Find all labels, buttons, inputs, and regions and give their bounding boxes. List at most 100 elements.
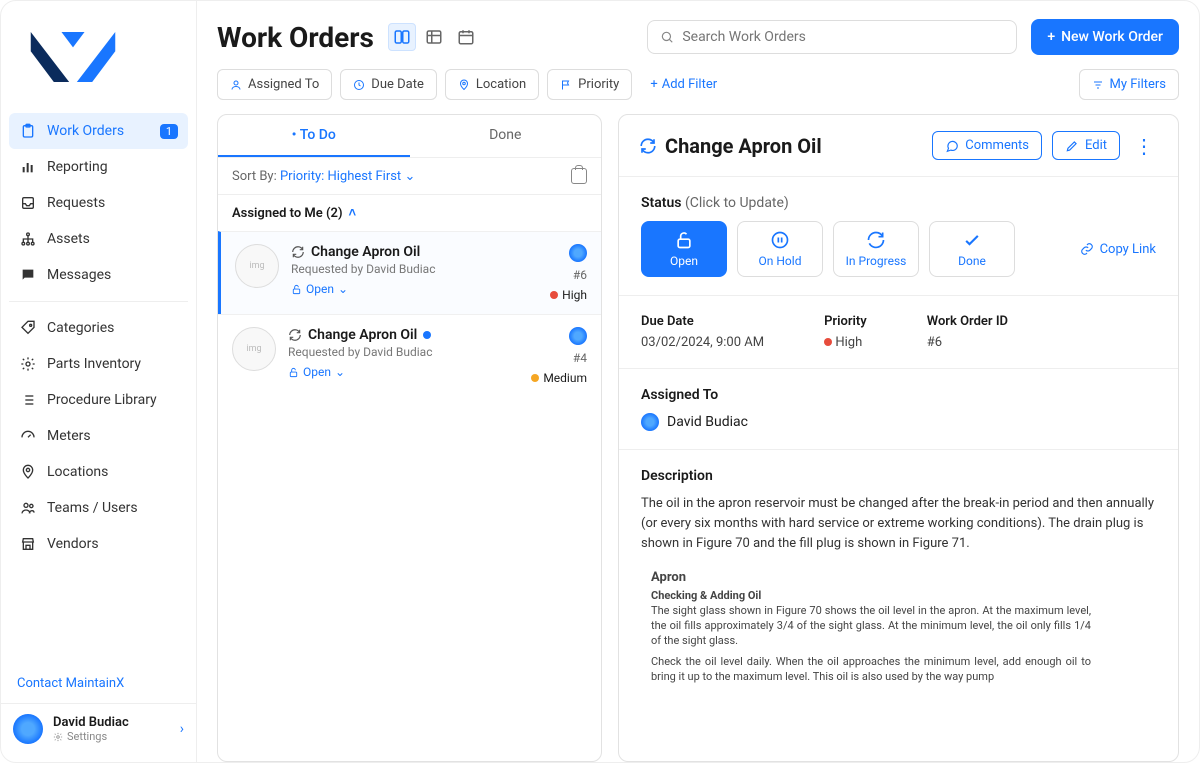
status-dropdown[interactable]: Open ⌄ <box>288 365 345 379</box>
embedded-document: Apron Checking & Adding Oil The sight gl… <box>651 570 1091 684</box>
view-table-button[interactable] <box>420 23 448 51</box>
status-onhold-button[interactable]: On Hold <box>737 221 823 277</box>
add-filter-button[interactable]: +Add Filter <box>640 70 727 99</box>
gear-icon <box>19 355 37 373</box>
unlock-icon <box>291 284 302 295</box>
sidebar-item-categories[interactable]: Categories <box>9 310 188 346</box>
filter-location[interactable]: Location <box>445 69 539 100</box>
assignee[interactable]: David Budiac <box>641 413 1156 431</box>
user-name: David Budiac <box>53 715 170 730</box>
user-settings: Settings <box>53 730 170 743</box>
plus-icon: + <box>1047 29 1055 45</box>
nav-label: Procedure Library <box>47 392 178 408</box>
pin-icon <box>458 79 470 91</box>
tag-icon <box>19 319 37 337</box>
priority-value: High <box>824 335 867 350</box>
clipboard-icon <box>19 122 37 140</box>
nav-label: Parts Inventory <box>47 356 178 372</box>
unlock-icon <box>288 367 299 378</box>
work-order-detail: Change Apron Oil Comments Edit ⋮ Status … <box>618 114 1179 762</box>
chevron-down-icon: ⌄ <box>338 282 348 296</box>
sidebar-item-work-orders[interactable]: Work Orders 1 <box>9 113 188 149</box>
status-open-button[interactable]: Open <box>641 221 727 277</box>
tab-done[interactable]: Done <box>410 115 602 157</box>
pencil-icon <box>1065 139 1079 153</box>
pause-icon <box>770 230 790 250</box>
priority-badge: Medium <box>531 371 587 385</box>
view-split-button[interactable] <box>388 23 416 51</box>
search-input-wrap[interactable] <box>647 20 1017 54</box>
badge: 1 <box>160 124 178 139</box>
users-icon <box>19 499 37 517</box>
sidebar-item-procedures[interactable]: Procedure Library <box>9 382 188 418</box>
nav-label: Teams / Users <box>47 500 178 516</box>
comments-button[interactable]: Comments <box>932 131 1042 160</box>
avatar <box>641 413 659 431</box>
view-calendar-button[interactable] <box>452 23 480 51</box>
sidebar-item-parts[interactable]: Parts Inventory <box>9 346 188 382</box>
filter-assigned-to[interactable]: Assigned To <box>217 69 332 100</box>
pin-icon <box>19 463 37 481</box>
bar-chart-icon <box>19 158 37 176</box>
user-icon <box>230 79 242 91</box>
clock-icon <box>353 79 365 91</box>
status-done-button[interactable]: Done <box>929 221 1015 277</box>
nav-label: Messages <box>47 267 178 283</box>
chevron-down-icon: ⌄ <box>404 169 415 184</box>
user-menu[interactable]: David Budiac Settings › <box>1 703 196 754</box>
avatar <box>569 244 587 262</box>
my-filters-button[interactable]: My Filters <box>1079 69 1180 100</box>
sidebar: Work Orders 1 Reporting Requests Assets … <box>1 1 197 762</box>
nav-label: Categories <box>47 320 178 336</box>
sidebar-item-vendors[interactable]: Vendors <box>9 526 188 562</box>
copy-link-button[interactable]: Copy Link <box>1080 242 1156 257</box>
unlock-icon <box>674 230 694 250</box>
description-text: The oil in the apron reservoir must be c… <box>641 494 1156 554</box>
repeat-icon <box>288 328 302 342</box>
sidebar-item-teams[interactable]: Teams / Users <box>9 490 188 526</box>
unread-dot-icon <box>423 331 431 339</box>
avatar <box>569 327 587 345</box>
edit-button[interactable]: Edit <box>1052 131 1120 160</box>
priority-badge: High <box>550 288 587 302</box>
nav-label: Requests <box>47 195 178 211</box>
list-item[interactable]: img Change Apron Oil Requested by David … <box>218 314 601 397</box>
list-item[interactable]: img Change Apron Oil Requested by David … <box>218 231 601 314</box>
inbox-icon <box>19 194 37 212</box>
more-menu[interactable]: ⋮ <box>1130 134 1158 158</box>
work-order-list: To Do Done Sort By: Priority: Highest Fi… <box>217 114 602 762</box>
sidebar-item-reporting[interactable]: Reporting <box>9 149 188 185</box>
plus-icon: + <box>650 77 657 92</box>
sidebar-item-meters[interactable]: Meters <box>9 418 188 454</box>
status-dropdown[interactable]: Open ⌄ <box>291 282 348 296</box>
new-work-order-button[interactable]: + New Work Order <box>1031 19 1179 55</box>
filter-due-date[interactable]: Due Date <box>340 69 437 100</box>
chevron-right-icon: › <box>180 721 184 737</box>
contact-link[interactable]: Contact MaintainX <box>1 660 196 703</box>
store-icon <box>19 535 37 553</box>
sliders-icon <box>1092 79 1104 91</box>
sidebar-item-locations[interactable]: Locations <box>9 454 188 490</box>
status-progress-button[interactable]: In Progress <box>833 221 919 277</box>
sidebar-item-requests[interactable]: Requests <box>9 185 188 221</box>
sidebar-item-messages[interactable]: Messages <box>9 257 188 293</box>
filter-priority[interactable]: Priority <box>547 69 632 100</box>
group-header[interactable]: Assigned to Me (2) ˄ <box>218 194 601 231</box>
link-icon <box>1080 242 1094 256</box>
hierarchy-icon <box>19 230 37 248</box>
tab-todo[interactable]: To Do <box>218 115 410 157</box>
sort-control[interactable]: Sort By: Priority: Highest First ⌄ <box>232 169 415 184</box>
page-title: Work Orders <box>217 21 374 54</box>
nav-label: Meters <box>47 428 178 444</box>
nav-label: Vendors <box>47 536 178 552</box>
nav-label: Locations <box>47 464 178 480</box>
sidebar-item-assets[interactable]: Assets <box>9 221 188 257</box>
repeat-icon <box>291 245 305 259</box>
thumbnail: img <box>235 244 279 288</box>
check-icon <box>962 230 982 250</box>
search-input[interactable] <box>682 29 1004 45</box>
chat-icon <box>945 139 959 153</box>
search-icon <box>660 30 674 44</box>
archive-icon[interactable] <box>571 168 587 184</box>
gauge-icon <box>19 427 37 445</box>
